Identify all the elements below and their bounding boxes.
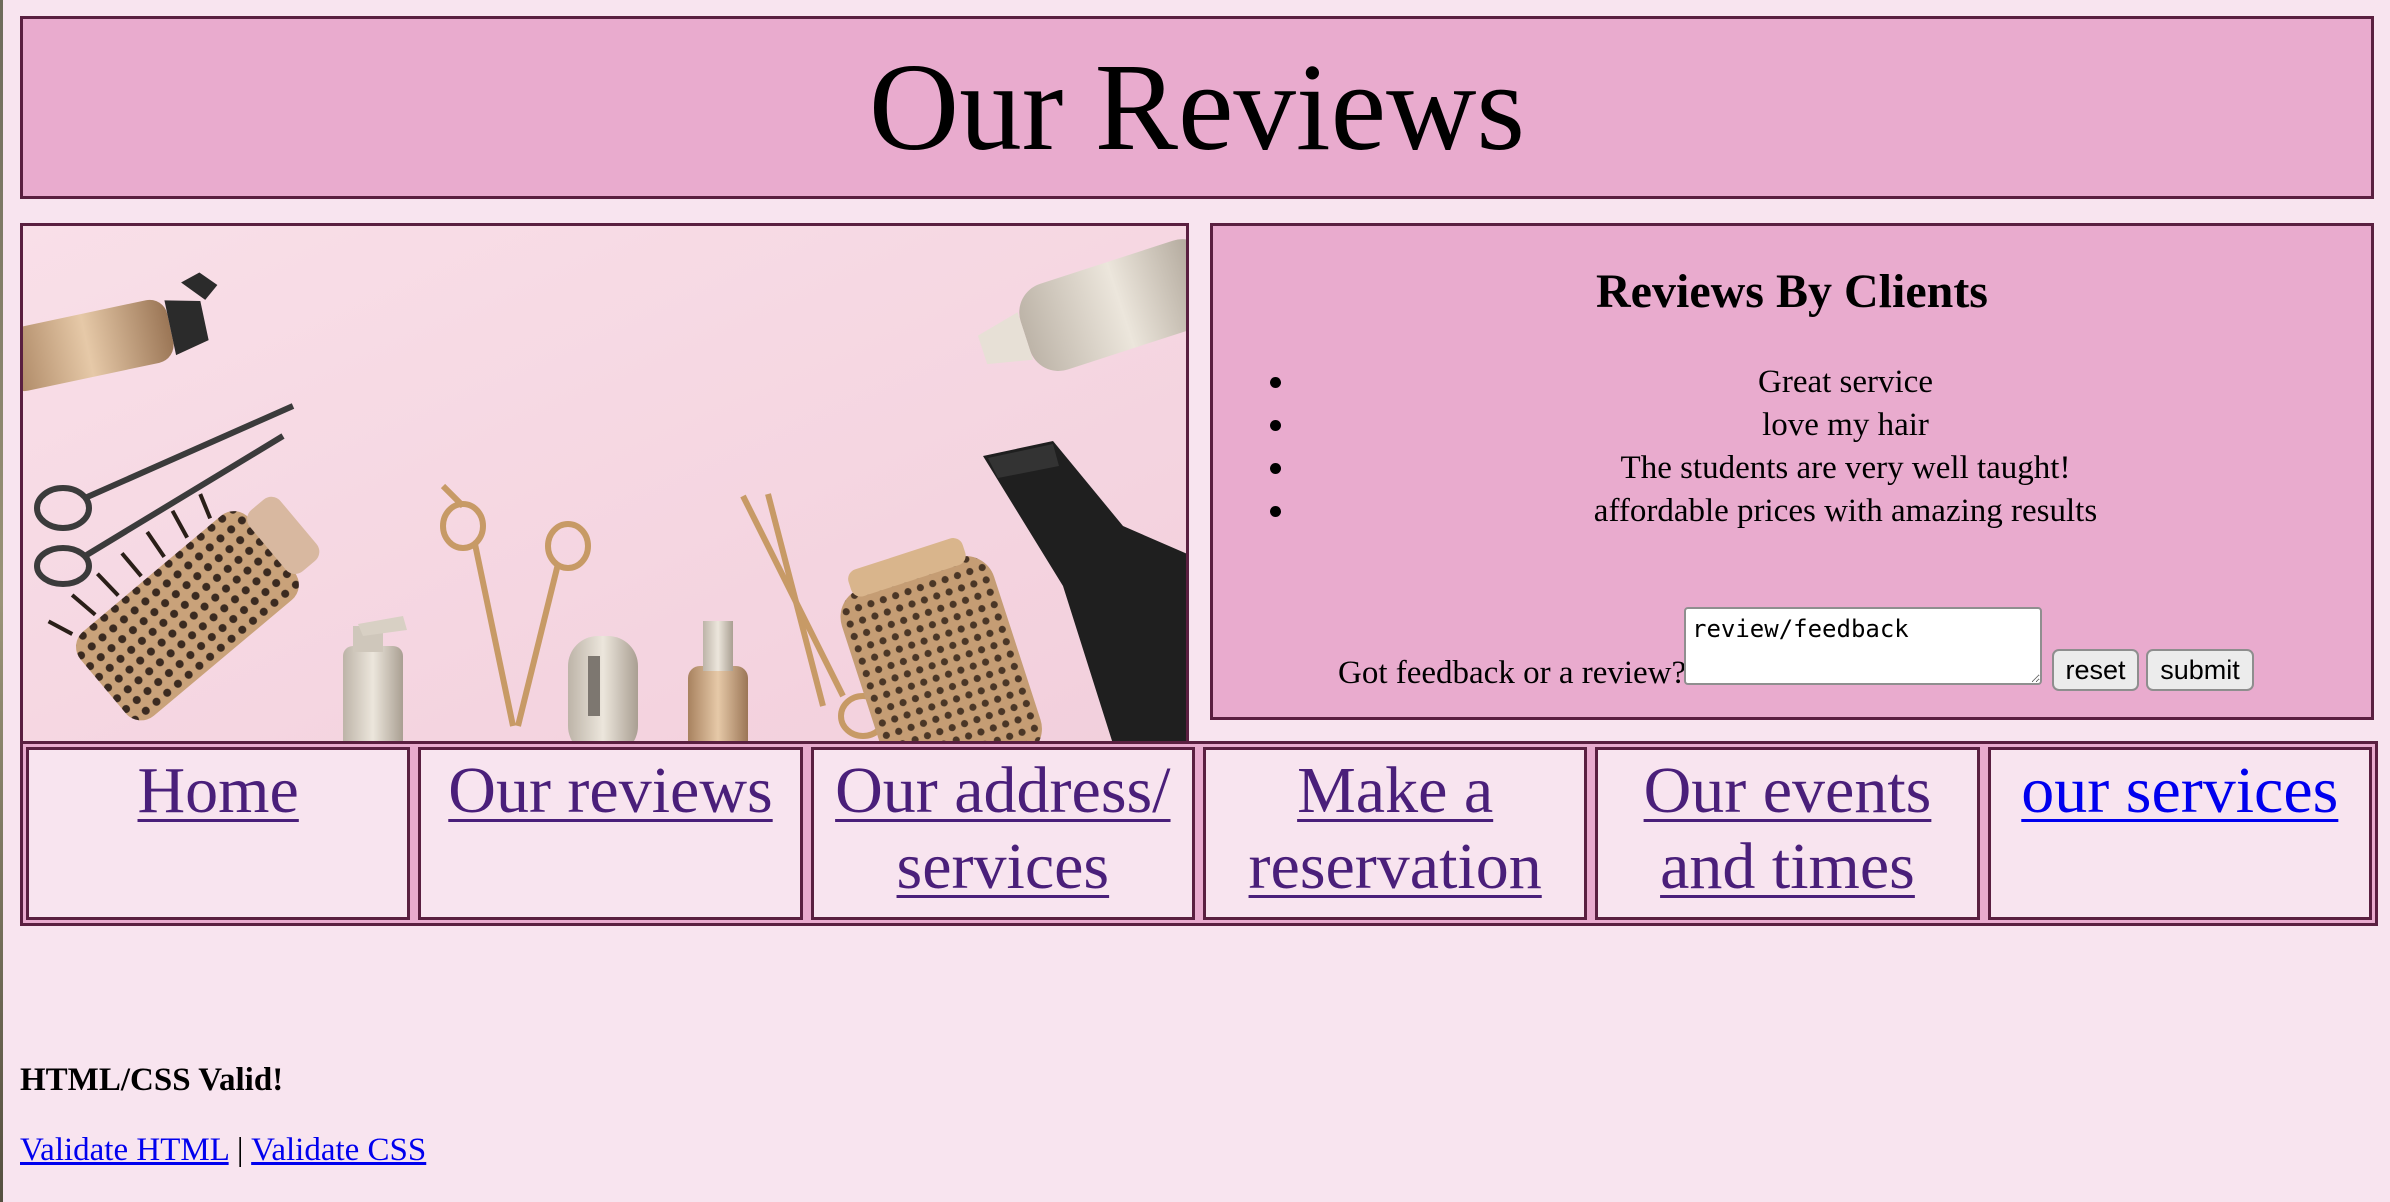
validate-html-link[interactable]: Validate HTML xyxy=(20,1132,229,1168)
nav-link-our-reviews[interactable]: Our reviews xyxy=(448,754,772,827)
nav-table: Home Our reviews Our address/ services M… xyxy=(20,741,2378,926)
nav-cell-make-reservation: Make a reservation xyxy=(1202,747,1588,920)
feedback-textarea[interactable]: review/feedback xyxy=(1684,607,2042,685)
validator-links: Validate HTML | Validate CSS xyxy=(20,1130,426,1170)
validate-css-link[interactable]: Validate CSS xyxy=(251,1132,426,1168)
link-separator: | xyxy=(236,1132,244,1168)
valid-notice: HTML/CSS Valid! xyxy=(20,1062,284,1098)
nav-link-our-services[interactable]: our services xyxy=(2021,754,2338,827)
nav-link-events[interactable]: Our events and times xyxy=(1644,754,1932,903)
nav-link-make-reservation[interactable]: Make a reservation xyxy=(1249,754,1542,903)
review-item: affordable prices with amazing results xyxy=(1270,490,2371,533)
bullet-icon xyxy=(1270,506,1281,517)
review-item: Great service xyxy=(1270,361,2371,404)
hero-image xyxy=(20,223,1189,741)
nav-link-our-address[interactable]: Our address/ services xyxy=(835,754,1170,903)
bullet-icon xyxy=(1270,463,1281,474)
window-edge xyxy=(0,0,3,1202)
nav-cell-home: Home xyxy=(26,747,411,920)
feedback-form: Got feedback or a review? review/feedbac… xyxy=(1213,607,2371,691)
bullet-icon xyxy=(1270,420,1281,431)
review-item: love my hair xyxy=(1270,404,2371,447)
reviews-panel: Reviews By Clients Great service love my… xyxy=(1210,223,2374,720)
reviews-heading: Reviews By Clients xyxy=(1596,265,1988,318)
feedback-label: Got feedback or a review? xyxy=(1338,655,1687,691)
reset-button[interactable]: reset xyxy=(2052,649,2139,691)
review-item: The students are very well taught! xyxy=(1270,447,2371,490)
bullet-icon xyxy=(1270,377,1281,388)
nav-cell-our-address: Our address/ services xyxy=(810,747,1195,920)
nav-cell-our-reviews: Our reviews xyxy=(418,747,803,920)
page-header: Our Reviews xyxy=(20,16,2374,199)
nav-cell-our-services: our services xyxy=(1987,747,2372,920)
hair-tools-image xyxy=(23,226,1186,741)
submit-button[interactable]: submit xyxy=(2146,649,2254,691)
nav-cell-events: Our events and times xyxy=(1595,747,1980,920)
page-title: Our Reviews xyxy=(868,39,1526,177)
nav-link-home[interactable]: Home xyxy=(138,754,299,827)
reviews-list: Great service love my hair The students … xyxy=(1270,361,2371,533)
